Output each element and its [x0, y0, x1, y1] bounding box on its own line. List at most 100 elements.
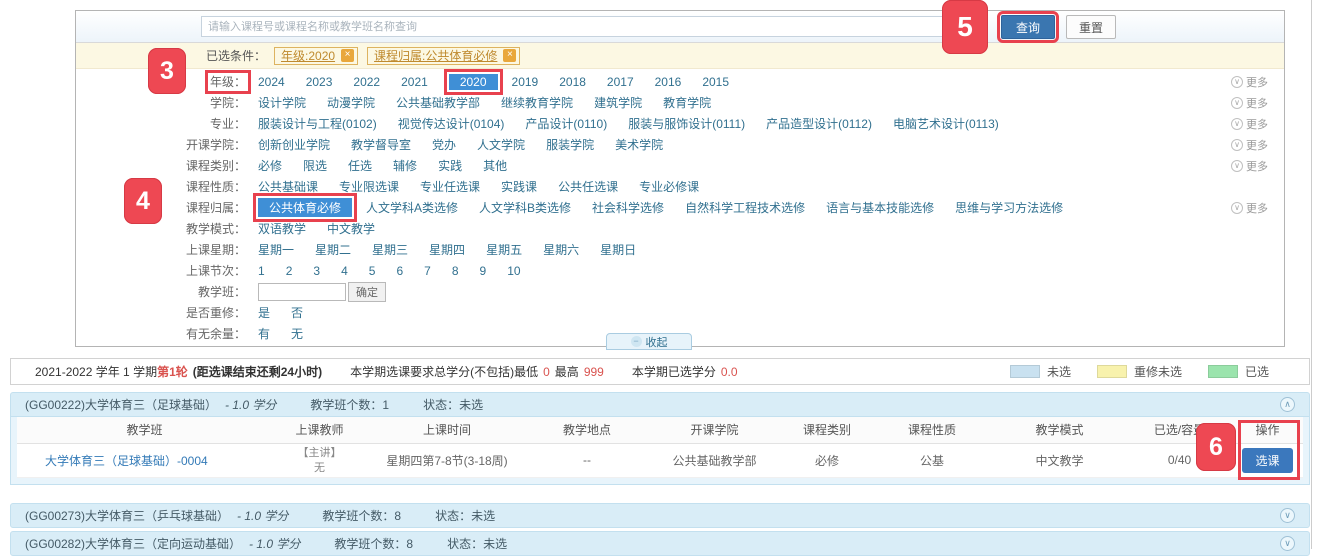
- filter-option[interactable]: 服装设计与工程(0102): [258, 115, 377, 132]
- filter-option[interactable]: 人文学科B类选修: [479, 199, 571, 216]
- filter-option[interactable]: 实践: [438, 157, 462, 174]
- remove-tag-icon[interactable]: ×: [341, 49, 354, 62]
- course-section-header[interactable]: (GG00282)大学体育三（定向运动基础）- 1.0 学分教学班个数：8状态：…: [10, 531, 1310, 556]
- filter-option[interactable]: 自然科学工程技术选修: [685, 199, 805, 216]
- remove-tag-icon[interactable]: ×: [503, 49, 516, 62]
- filter-option[interactable]: 公共基础课: [258, 178, 318, 195]
- filter-option[interactable]: 思维与学习方法选修: [955, 199, 1063, 216]
- class-number-input[interactable]: [258, 283, 346, 301]
- filter-option[interactable]: 星期一: [258, 241, 294, 258]
- filter-option[interactable]: 星期三: [372, 241, 408, 258]
- filter-option[interactable]: 星期四: [429, 241, 465, 258]
- course-section-body: 教学班上课教师上课时间教学地点开课学院课程类别课程性质教学模式已选/容量操作大学…: [10, 417, 1310, 485]
- filter-option[interactable]: 2021: [401, 75, 428, 89]
- filter-option[interactable]: 星期二: [315, 241, 351, 258]
- filter-option[interactable]: 继续教育学院: [501, 94, 573, 111]
- filter-option[interactable]: 2018: [559, 75, 586, 89]
- confirm-button[interactable]: 确定: [348, 282, 386, 302]
- filter-option[interactable]: 9: [480, 264, 487, 278]
- chevron-down-icon[interactable]: ∨: [1280, 508, 1295, 523]
- filter-option[interactable]: 产品造型设计(0112): [766, 115, 872, 132]
- filter-option[interactable]: 任选: [348, 157, 372, 174]
- filter-option[interactable]: 专业任选课: [420, 178, 480, 195]
- filter-option[interactable]: 建筑学院: [594, 94, 642, 111]
- course-section-header[interactable]: (GG00222)大学体育三（足球基础）- 1.0 学分教学班个数：1状态：未选…: [10, 392, 1310, 417]
- filter-option[interactable]: 否: [291, 304, 303, 321]
- filter-label: 开课学院：: [131, 136, 246, 153]
- filter-option[interactable]: 辅修: [393, 157, 417, 174]
- filter-option[interactable]: 人文学院: [477, 136, 525, 153]
- filter-option[interactable]: 2022: [353, 75, 380, 89]
- query-button[interactable]: 查询: [1001, 15, 1055, 39]
- filter-option[interactable]: 3: [313, 264, 320, 278]
- filter-option[interactable]: 5: [369, 264, 376, 278]
- filter-option[interactable]: 无: [291, 325, 303, 342]
- filter-option[interactable]: 10: [507, 264, 520, 278]
- filter-option[interactable]: 2: [286, 264, 293, 278]
- more-link[interactable]: ∨更多: [1231, 95, 1268, 111]
- course-class-link[interactable]: 大学体育三（足球基础）-0004: [45, 454, 208, 468]
- filter-option[interactable]: 2024: [258, 75, 285, 89]
- table-header-cell: 上课时间: [367, 417, 527, 443]
- filter-option[interactable]: 服装与服饰设计(0111): [628, 115, 745, 132]
- filter-option[interactable]: 星期五: [486, 241, 522, 258]
- filter-option[interactable]: 专业必修课: [639, 178, 699, 195]
- filter-option[interactable]: 1: [258, 264, 265, 278]
- filter-option[interactable]: 专业限选课: [339, 178, 399, 195]
- more-link[interactable]: ∨更多: [1231, 158, 1268, 174]
- filter-option[interactable]: 服装学院: [546, 136, 594, 153]
- filter-option[interactable]: 有: [258, 325, 270, 342]
- filter-option[interactable]: 8: [452, 264, 459, 278]
- filter-option[interactable]: 4: [341, 264, 348, 278]
- more-link-label: 更多: [1246, 74, 1268, 90]
- credit-requirement-text: 本学期选课要求总学分(不包括)最低: [350, 363, 538, 380]
- more-link[interactable]: ∨更多: [1231, 137, 1268, 153]
- filter-option[interactable]: 产品设计(0110): [525, 115, 607, 132]
- filter-option[interactable]: 实践课: [501, 178, 537, 195]
- filter-option[interactable]: 限选: [303, 157, 327, 174]
- select-course-button[interactable]: 选课: [1242, 448, 1292, 473]
- more-link[interactable]: ∨更多: [1231, 74, 1268, 90]
- more-link[interactable]: ∨更多: [1231, 116, 1268, 132]
- filter-option[interactable]: 7: [424, 264, 431, 278]
- collapse-tab[interactable]: − 收起: [606, 333, 692, 350]
- filter-option[interactable]: 星期日: [600, 241, 636, 258]
- filter-option[interactable]: 美术学院: [615, 136, 663, 153]
- filter-option[interactable]: 中文教学: [327, 220, 375, 237]
- filter-option[interactable]: 其他: [483, 157, 507, 174]
- filter-option[interactable]: 6: [396, 264, 403, 278]
- filter-option[interactable]: 人文学科A类选修: [366, 199, 458, 216]
- more-link[interactable]: ∨更多: [1231, 200, 1268, 216]
- filter-option[interactable]: 星期六: [543, 241, 579, 258]
- filter-option[interactable]: 教育学院: [663, 94, 711, 111]
- filter-option[interactable]: 语言与基本技能选修: [826, 199, 934, 216]
- selected-conditions-label: 已选条件：: [206, 47, 266, 64]
- filter-label-text: 年级：: [210, 75, 246, 89]
- filter-option[interactable]: 2015: [702, 75, 729, 89]
- filter-option[interactable]: 党办: [432, 136, 456, 153]
- filter-option[interactable]: 动漫学院: [327, 94, 375, 111]
- filter-option[interactable]: 社会科学选修: [592, 199, 664, 216]
- course-section-header[interactable]: (GG00273)大学体育三（乒乓球基础）- 1.0 学分教学班个数：8状态：未…: [10, 503, 1310, 528]
- filter-option[interactable]: 2017: [607, 75, 634, 89]
- filter-option[interactable]: 是: [258, 304, 270, 321]
- search-input[interactable]: [201, 16, 971, 37]
- filter-option[interactable]: 2016: [655, 75, 682, 89]
- filter-option[interactable]: 创新创业学院: [258, 136, 330, 153]
- chevron-up-icon[interactable]: ∧: [1280, 397, 1295, 412]
- filter-option[interactable]: 公共任选课: [558, 178, 618, 195]
- reset-button[interactable]: 重置: [1066, 15, 1116, 39]
- filter-options: 双语教学 中文教学: [258, 220, 1284, 237]
- filter-option[interactable]: 设计学院: [258, 94, 306, 111]
- filter-option[interactable]: 必修: [258, 157, 282, 174]
- filter-option[interactable]: 2020: [449, 74, 498, 90]
- filter-option[interactable]: 2019: [512, 75, 539, 89]
- filter-option[interactable]: 2023: [306, 75, 333, 89]
- filter-option[interactable]: 双语教学: [258, 220, 306, 237]
- filter-option[interactable]: 教学督导室: [351, 136, 411, 153]
- filter-option[interactable]: 视觉传达设计(0104): [398, 115, 505, 132]
- filter-option[interactable]: 公共体育必修: [258, 198, 352, 217]
- filter-option[interactable]: 公共基础教学部: [396, 94, 480, 111]
- filter-option[interactable]: 电脑艺术设计(0113): [893, 115, 999, 132]
- annotation-badge-4: 4: [124, 178, 162, 224]
